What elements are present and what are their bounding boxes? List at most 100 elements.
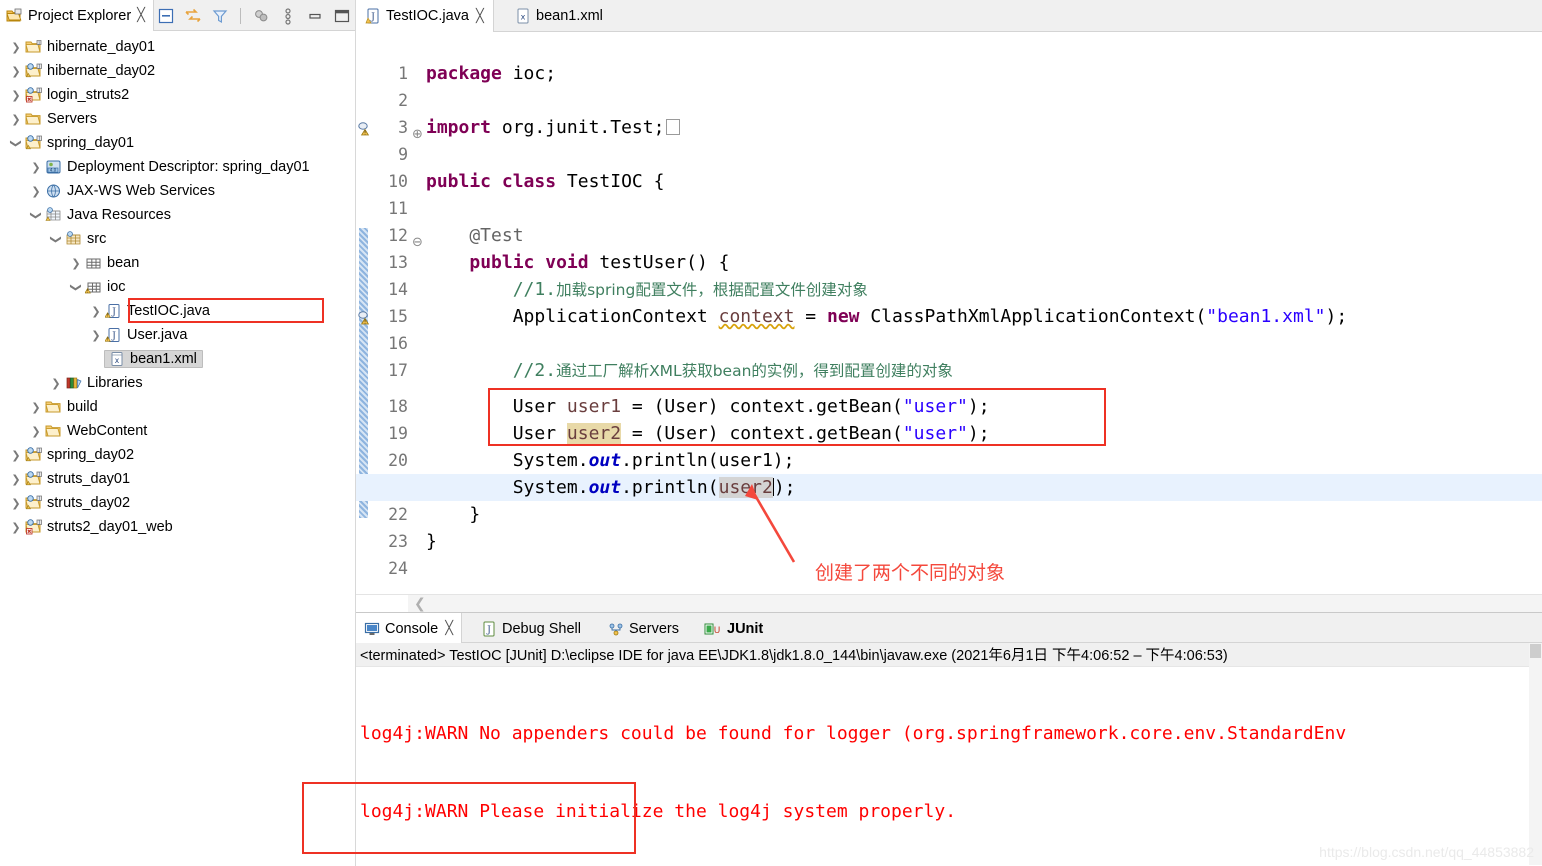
chevron-down-icon[interactable]: ❯ [30, 207, 43, 223]
tree-item-content[interactable]: J! TestIOC.java [104, 303, 210, 319]
tree-item-label: hibernate_day01 [47, 39, 156, 55]
tree-item-content[interactable]: Servers [24, 111, 97, 127]
chevron-right-icon[interactable]: ❯ [28, 185, 44, 198]
tree-item-bean1-xml[interactable]: x bean1.xml [0, 347, 355, 371]
tree-item-content[interactable]: x bean1.xml [104, 350, 203, 368]
tab-junit[interactable]: U JUnit [696, 613, 771, 644]
tree-item-content[interactable]: ! ioc [84, 279, 126, 295]
chevron-right-icon[interactable]: ❯ [8, 113, 24, 126]
tab-testioc-java[interactable]: J TestIOC.java ╳ [356, 0, 494, 32]
folding-ruler[interactable]: ⊕ ⊖ [412, 32, 426, 612]
tree-item-servers[interactable]: ❯ Servers [0, 107, 355, 131]
tree-item-content[interactable]: src [64, 231, 106, 247]
tab-debug-shell[interactable]: J Debug Shell [473, 613, 589, 644]
tree-item-src[interactable]: ❯ src [0, 227, 355, 251]
folded-imports-box[interactable] [666, 119, 681, 135]
console-tab-label: Servers [629, 620, 679, 637]
editor-marker-gutter[interactable]: ! ! [356, 32, 374, 612]
collapse-all-icon[interactable] [157, 7, 175, 25]
chevron-right-icon[interactable]: ❯ [68, 257, 84, 270]
chevron-right-icon[interactable]: ❯ [8, 473, 24, 486]
link-with-editor-icon[interactable] [184, 7, 202, 25]
close-icon[interactable]: ╳ [445, 622, 453, 635]
maximize-icon[interactable] [333, 7, 351, 25]
tree-item-content[interactable]: Jstruts_day01 [24, 471, 130, 487]
chevron-left-icon[interactable]: ❮ [414, 596, 426, 612]
tab-servers[interactable]: Servers [600, 613, 687, 644]
focus-on-active-task-icon[interactable] [252, 7, 270, 25]
tree-item-content[interactable]: J! User.java [104, 327, 187, 343]
tree-item-spring-day01[interactable]: ❯ Jspring_day01 [0, 131, 355, 155]
tab-bean1-xml[interactable]: x bean1.xml [506, 0, 612, 32]
tree-item-content[interactable]: Jhibernate_day01 [24, 39, 155, 55]
warning-marker-icon[interactable]: ! [357, 309, 373, 325]
tree-item-hibernate-day01[interactable]: ❯ Jhibernate_day01 [0, 35, 355, 59]
tree-item-deployment-descriptor-spring-day01[interactable]: ❯ 4.0 Deployment Descriptor: spring_day01 [0, 155, 355, 179]
view-menu-icon[interactable] [279, 7, 297, 25]
project-tree[interactable]: ❯ Jhibernate_day01 ❯ Jhibernate_day02 ❯ Jlogi… [0, 31, 355, 539]
tree-item-struts-day01[interactable]: ❯ Jstruts_day01 [0, 467, 355, 491]
tree-item-libraries[interactable]: ❯ Libraries [0, 371, 355, 395]
tree-item-build[interactable]: ❯ build [0, 395, 355, 419]
tree-item-bean[interactable]: ❯ bean [0, 251, 355, 275]
fold-collapse-icon[interactable]: ⊖ [412, 235, 423, 250]
tree-item-content[interactable]: Java Resources [44, 207, 171, 223]
chevron-down-icon[interactable]: ❯ [10, 135, 23, 151]
tree-item-testioc-java[interactable]: ❯ J! TestIOC.java [0, 298, 355, 323]
tree-item-content[interactable]: Jlogin_struts2 [24, 87, 129, 103]
console-vertical-scrollbar[interactable] [1529, 643, 1542, 865]
chevron-right-icon[interactable]: ❯ [28, 401, 44, 414]
chevron-right-icon[interactable]: ❯ [8, 449, 24, 462]
chevron-right-icon[interactable]: ❯ [28, 161, 44, 174]
chevron-right-icon[interactable]: ❯ [8, 89, 24, 102]
tree-item-login-struts2[interactable]: ❯ Jlogin_struts2 [0, 83, 355, 107]
tree-item-content[interactable]: JAX-WS Web Services [44, 183, 215, 199]
tree-item-content[interactable]: Jspring_day02 [24, 447, 134, 463]
tree-item-spring-day02[interactable]: ❯ Jspring_day02 [0, 443, 355, 467]
code-editor[interactable]: ! ! 1239101112131415161718192021222324 ⊕… [356, 32, 1542, 612]
chevron-down-icon[interactable]: ❯ [50, 231, 63, 247]
chevron-right-icon[interactable]: ❯ [28, 425, 44, 438]
scrollbar-thumb[interactable] [356, 595, 408, 612]
editor-horizontal-scrollbar[interactable]: ❮ [356, 594, 1542, 612]
console-output-panel[interactable]: <terminated> TestIOC [JUnit] D:\eclipse … [356, 643, 1542, 865]
code-text[interactable]: package ioc; import org.junit.Test; publ… [356, 32, 1542, 612]
chevron-right-icon[interactable]: ❯ [88, 329, 104, 342]
tree-item-struts2-day01-web[interactable]: ❯ Jstruts2_day01_web [0, 515, 355, 539]
tree-item-content[interactable]: Jspring_day01 [24, 135, 134, 151]
chevron-right-icon[interactable]: ❯ [8, 41, 24, 54]
tree-item-java-resources[interactable]: ❯ Java Resources [0, 203, 355, 227]
tree-item-content[interactable]: bean [84, 255, 139, 271]
tree-item-content[interactable]: build [44, 399, 98, 415]
tree-item-hibernate-day02[interactable]: ❯ Jhibernate_day02 [0, 59, 355, 83]
tree-item-jax-ws-web-services[interactable]: ❯ JAX-WS Web Services [0, 179, 355, 203]
java-resources-icon [44, 207, 64, 223]
tree-item-content[interactable]: Jstruts_day02 [24, 495, 130, 511]
minimize-icon[interactable] [306, 7, 324, 25]
fold-expand-icon[interactable]: ⊕ [412, 127, 423, 142]
tree-item-content[interactable]: Jhibernate_day02 [24, 63, 155, 79]
chevron-right-icon[interactable]: ❯ [8, 65, 24, 78]
chevron-down-icon[interactable]: ❯ [70, 279, 83, 295]
tab-console[interactable]: Console ╳ [356, 613, 463, 644]
close-icon[interactable]: ╳ [476, 10, 484, 23]
filter-icon[interactable] [211, 7, 229, 25]
tree-item-content[interactable]: Jstruts2_day01_web [24, 519, 173, 535]
tree-item-user-java[interactable]: ❯ J! User.java [0, 323, 355, 347]
tree-item-struts-day02[interactable]: ❯ Jstruts_day02 [0, 491, 355, 515]
scrollbar-thumb[interactable] [1530, 644, 1541, 658]
close-icon[interactable]: ╳ [137, 9, 145, 22]
chevron-right-icon[interactable]: ❯ [8, 521, 24, 534]
tree-item-webcontent[interactable]: ❯ WebContent [0, 419, 355, 443]
chevron-right-icon[interactable]: ❯ [48, 377, 64, 390]
line-number: 15 [388, 307, 408, 326]
tree-item-content[interactable]: 4.0 Deployment Descriptor: spring_day01 [44, 159, 310, 175]
tree-item-content[interactable]: Libraries [64, 375, 143, 391]
tab-project-explorer[interactable]: Project Explorer ╳ [0, 0, 154, 31]
console-text[interactable]: log4j:WARN No appenders could be found f… [360, 669, 1528, 866]
warning-marker-icon[interactable]: ! [357, 120, 373, 136]
tree-item-content[interactable]: WebContent [44, 423, 147, 439]
chevron-right-icon[interactable]: ❯ [8, 497, 24, 510]
tree-item-ioc[interactable]: ❯! ioc [0, 275, 355, 299]
chevron-right-icon[interactable]: ❯ [88, 305, 104, 318]
